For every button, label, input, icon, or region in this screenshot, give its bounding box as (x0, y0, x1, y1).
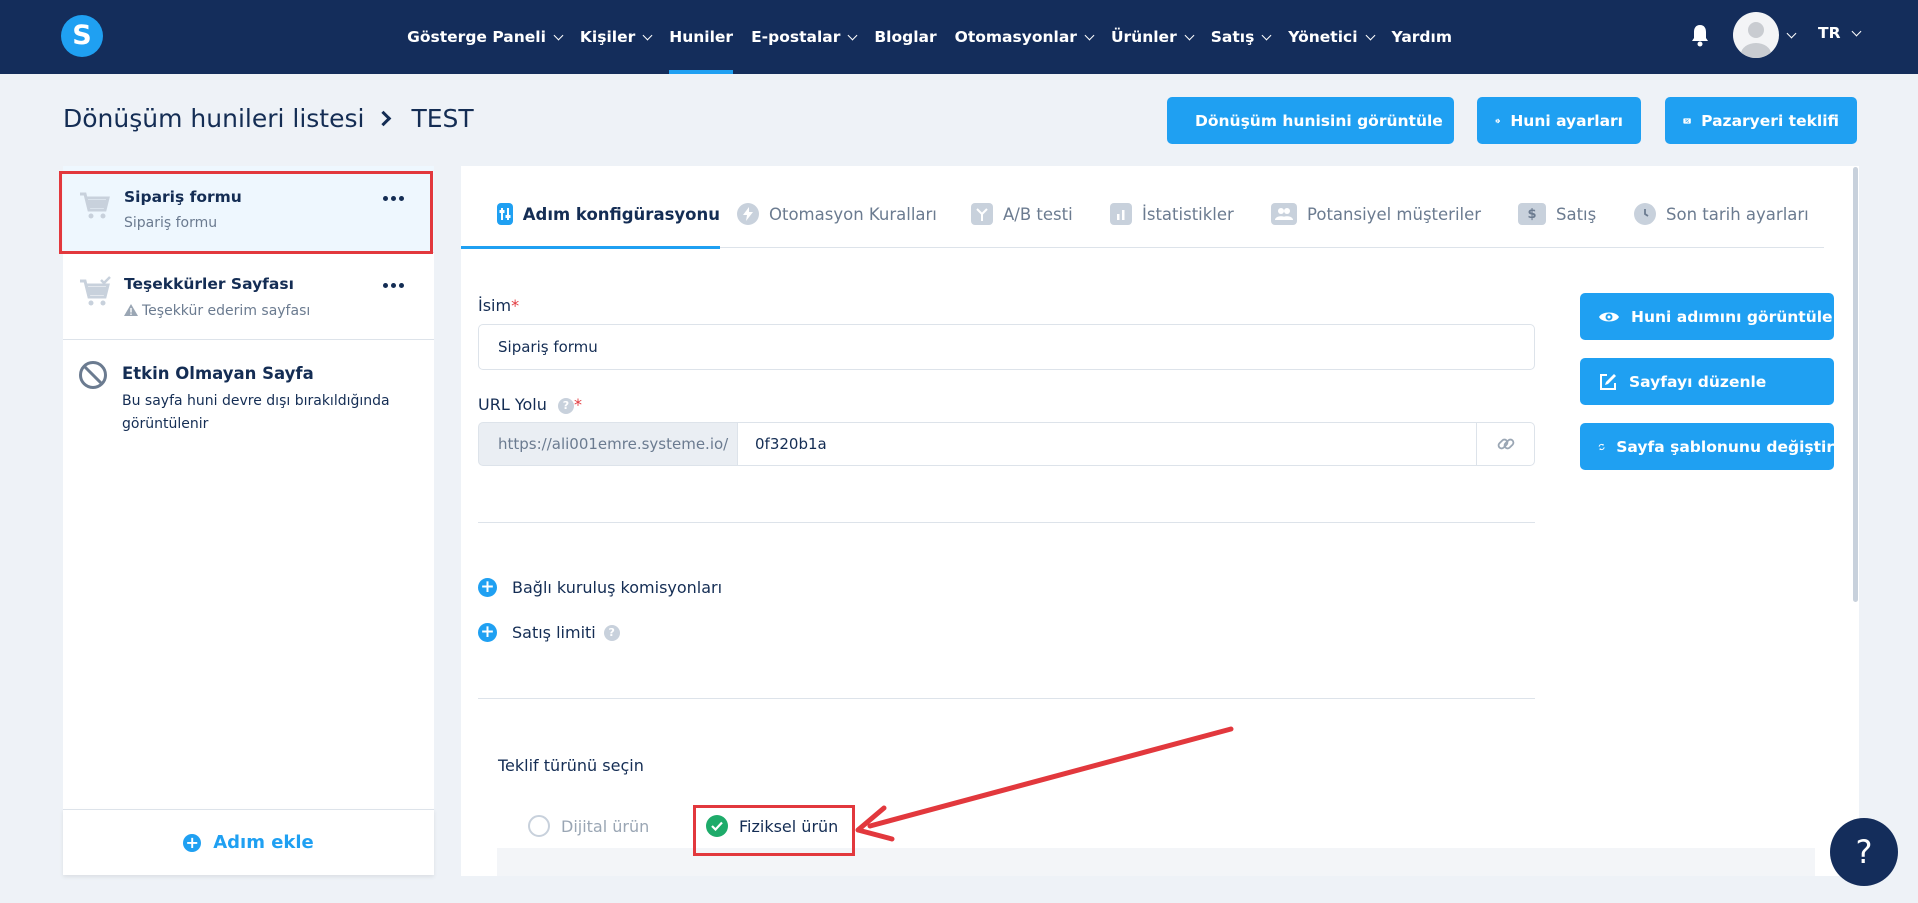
funnel-steps-panel: Sipariş formu Sipariş formu Teşekkürler … (63, 166, 434, 874)
top-navigation: S Gösterge Paneli Kişiler Huniler E-post… (0, 0, 1918, 74)
radio-unchecked-icon (528, 815, 550, 837)
chevron-down-icon (1365, 30, 1375, 40)
cart-check-icon (80, 276, 111, 306)
tab-bar: Adım konfigürasyonu Otomasyon Kuralları … (461, 180, 1824, 249)
divider (478, 698, 1535, 699)
radio-digital-product[interactable]: Dijital ürün (528, 815, 649, 837)
help-chat-button[interactable]: ? (1830, 818, 1898, 886)
chevron-down-icon (847, 30, 858, 40)
split-icon (971, 203, 993, 225)
highlight-box-order-form (59, 171, 433, 254)
chevron-down-icon (1184, 30, 1195, 40)
nav-item-help[interactable]: Yardım (1392, 0, 1452, 74)
lightning-icon (737, 203, 759, 225)
add-step-button[interactable]: + Adım ekle (63, 809, 434, 875)
dollar-icon: $ (1518, 203, 1546, 225)
eye-icon (1599, 312, 1619, 321)
name-label: İsim* (478, 296, 520, 315)
divider (478, 522, 1535, 523)
url-path-label: URL Yolu ? * (478, 395, 582, 414)
sliders-icon (497, 203, 513, 225)
clock-icon (1634, 203, 1656, 225)
change-template-button[interactable]: Sayfa şablonunu değiştir (1580, 423, 1834, 470)
users-icon (1271, 203, 1297, 225)
chevron-down-icon[interactable] (1786, 28, 1797, 39)
tab-deadline-settings[interactable]: Son tarih ayarları (1634, 180, 1809, 248)
nav-item-blogs[interactable]: Bloglar (874, 0, 936, 74)
breadcrumb-current: TEST (411, 104, 474, 133)
breadcrumb: Dönüşüm hunileri listesi TEST (63, 104, 474, 133)
language-selector[interactable]: TR (1818, 24, 1861, 42)
annotation-arrow (855, 726, 1234, 842)
offer-type-label: Teklif türünü seçin (498, 756, 644, 775)
chevron-down-icon (553, 30, 564, 40)
ticket-icon (1683, 117, 1691, 124)
chevron-down-icon (1261, 30, 1272, 40)
nav-item-funnels[interactable]: Huniler (669, 0, 733, 74)
nav-item-sales[interactable]: Satış (1211, 0, 1272, 74)
marketplace-offer-button[interactable]: Pazaryeri teklifi (1665, 97, 1857, 144)
name-input[interactable]: Sipariş formu (478, 324, 1535, 370)
help-icon[interactable]: ? (603, 624, 620, 641)
breadcrumb-funnel-list[interactable]: Dönüşüm hunileri listesi (63, 104, 364, 133)
edit-page-button[interactable]: Sayfayı düzenle (1580, 358, 1834, 405)
url-domain-prefix: https://ali001emre.systeme.io/ (478, 422, 738, 466)
bar-chart-icon (1110, 203, 1132, 225)
step-item-inactive-page[interactable]: Etkin Olmayan Sayfa Bu sayfa huni devre … (63, 340, 434, 450)
nav-item-admin[interactable]: Yönetici (1288, 0, 1375, 74)
tab-ab-test[interactable]: A/B testi (971, 180, 1073, 248)
step-item-thank-you[interactable]: Teşekkürler Sayfası Teşekkür ederim sayf… (63, 253, 434, 340)
nav-item-automations[interactable]: Otomasyonlar (955, 0, 1095, 74)
bell-icon[interactable] (1690, 23, 1710, 47)
tab-leads[interactable]: Potansiyel müşteriler (1271, 180, 1481, 248)
affiliate-commissions-toggle[interactable]: + Bağlı kuruluş komisyonları (478, 578, 722, 597)
link-icon (1497, 438, 1514, 450)
scrollbar[interactable] (1853, 167, 1858, 602)
nav-item-contacts[interactable]: Kişiler (580, 0, 653, 74)
plus-icon: + (478, 578, 497, 597)
nav-menu: Gösterge Paneli Kişiler Huniler E-postal… (389, 0, 1452, 74)
step-options-icon[interactable] (383, 283, 404, 288)
url-path-input[interactable]: 0f320b1a (737, 422, 1477, 466)
edit-icon (1600, 373, 1616, 390)
systeme-logo[interactable]: S (61, 15, 103, 57)
chevron-down-icon (1851, 26, 1861, 36)
nav-item-emails[interactable]: E-postalar (751, 0, 858, 74)
copy-link-button[interactable] (1476, 422, 1535, 466)
warning-icon (124, 304, 138, 316)
nav-item-products[interactable]: Ürünler (1111, 0, 1195, 74)
tab-automation-rules[interactable]: Otomasyon Kuralları (737, 180, 937, 248)
nav-item-dashboard[interactable]: Gösterge Paneli (407, 0, 564, 74)
view-step-button[interactable]: Huni adımını görüntüle (1580, 293, 1834, 340)
tab-statistics[interactable]: İstatistikler (1110, 180, 1234, 248)
chevron-right-icon (376, 110, 392, 127)
view-funnel-button[interactable]: Dönüşüm hunisini görüntüle (1167, 97, 1454, 144)
gear-icon (1495, 118, 1500, 123)
sales-limit-toggle[interactable]: + Satış limiti ? (478, 623, 620, 642)
chevron-down-icon (642, 30, 653, 40)
tab-step-configuration[interactable]: Adım konfigürasyonu (461, 180, 720, 249)
plus-icon: + (478, 623, 497, 642)
tab-sales[interactable]: $ Satış (1518, 180, 1596, 248)
funnel-settings-button[interactable]: Huni ayarları (1477, 97, 1641, 144)
help-icon[interactable]: ? (557, 397, 574, 414)
highlight-box-physical-product (693, 805, 855, 856)
plus-icon: + (183, 833, 202, 852)
chevron-down-icon (1084, 30, 1095, 40)
refresh-icon (1598, 443, 1605, 450)
ban-icon (79, 361, 107, 389)
user-avatar[interactable] (1733, 12, 1779, 58)
